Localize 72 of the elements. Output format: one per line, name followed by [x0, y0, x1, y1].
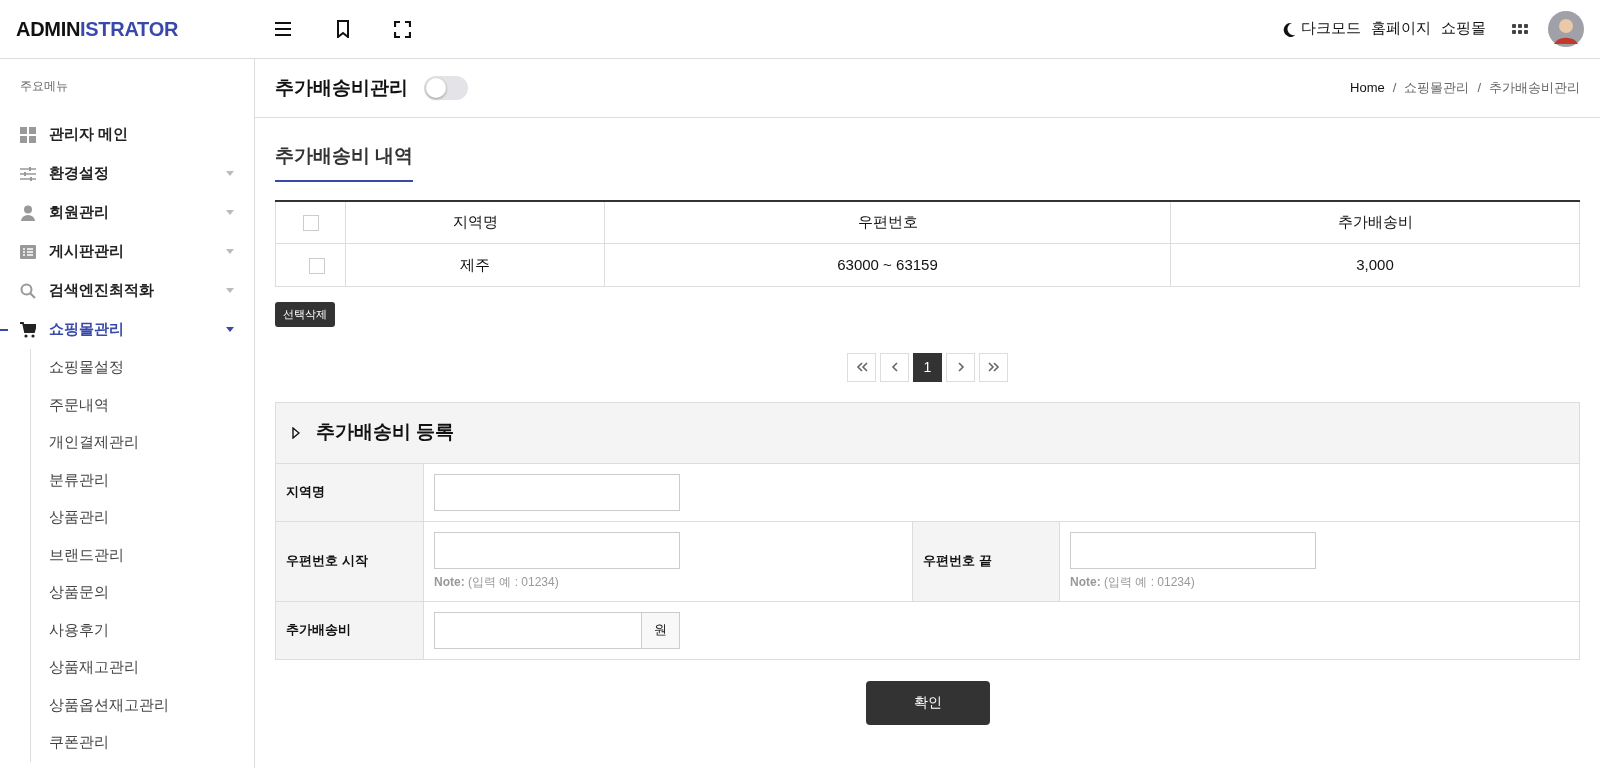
- currency-addon: 원: [642, 611, 680, 649]
- submenu-item[interactable]: 쿠폰관리: [31, 724, 254, 762]
- breadcrumb-item[interactable]: Home: [1350, 78, 1385, 98]
- section-title: 추가배송비 내역: [275, 142, 414, 182]
- pagination-nav-button[interactable]: [880, 352, 909, 382]
- pagination-nav-button[interactable]: [946, 352, 975, 382]
- column-header: 추가배송비: [1170, 200, 1580, 244]
- input-field[interactable]: [434, 473, 680, 511]
- sliders-icon: [20, 165, 36, 182]
- field-label: 추가배송비: [276, 601, 424, 659]
- person-icon: [20, 204, 36, 221]
- sidebar-item[interactable]: 검색엔진최적화: [0, 271, 254, 310]
- submenu-item[interactable]: 상품문의: [31, 574, 254, 612]
- grid-icon: [20, 126, 36, 143]
- sidebar-heading: 주요메뉴: [19, 78, 69, 95]
- input-field[interactable]: [434, 531, 680, 569]
- menu-icon[interactable]: [274, 21, 292, 37]
- table-cell: 3,000: [1170, 243, 1580, 287]
- submenu-item[interactable]: 상품관리: [31, 499, 254, 537]
- breadcrumb-separator: /: [1477, 79, 1481, 98]
- sidebar-item[interactable]: 쇼핑몰관리: [0, 310, 254, 349]
- apps-grid-icon[interactable]: [1512, 24, 1528, 34]
- toggle-switch[interactable]: [424, 76, 468, 100]
- avatar[interactable]: [1548, 11, 1584, 47]
- pagination-nav-button[interactable]: [847, 352, 876, 382]
- cart-icon: [20, 321, 36, 338]
- sidebar-item[interactable]: 회원관리: [0, 193, 254, 232]
- submenu-item[interactable]: 사용후기: [31, 611, 254, 649]
- moon-icon: [1282, 21, 1296, 37]
- breadcrumb-separator: /: [1392, 79, 1397, 98]
- sidebar-item[interactable]: 관리자 메인: [0, 115, 254, 154]
- sidebar-item[interactable]: 환경설정: [0, 154, 254, 193]
- pagination-nav-button[interactable]: [979, 352, 1008, 382]
- breadcrumb-item[interactable]: 쇼핑몰관리: [1404, 78, 1470, 98]
- submenu-item[interactable]: 분류관리: [31, 461, 254, 499]
- triangle-icon: [292, 426, 300, 439]
- confirm-button[interactable]: 확인: [865, 680, 990, 725]
- active-indicator: [0, 329, 8, 331]
- field-note: Note: (입력 예 : 01234): [434, 573, 560, 591]
- sidebar-item[interactable]: 게시판관리: [0, 232, 254, 271]
- checkbox[interactable]: [302, 215, 319, 232]
- checkbox[interactable]: [309, 257, 325, 274]
- submenu-item[interactable]: 개인결제관리: [31, 424, 254, 462]
- search-icon: [20, 282, 36, 299]
- table-cell: 63000 ~ 63159: [604, 243, 1171, 287]
- submenu-item[interactable]: 주문내역: [31, 386, 254, 424]
- page-title: 추가배송비관리: [275, 75, 408, 100]
- bookmark-icon[interactable]: [336, 20, 350, 38]
- header-link[interactable]: 홈페이지: [1371, 18, 1431, 40]
- submenu-item[interactable]: 쇼핑몰설정: [31, 349, 254, 387]
- breadcrumb-item: 추가배송비관리: [1489, 79, 1580, 98]
- fullscreen-icon[interactable]: [394, 20, 411, 38]
- column-header: 우편번호: [604, 200, 1171, 244]
- field-label: 지역명: [276, 463, 424, 521]
- field-label: 우편번호 시작: [276, 521, 424, 601]
- submenu-item[interactable]: 브랜드관리: [31, 536, 254, 574]
- page-button[interactable]: 1: [913, 352, 942, 382]
- header-link[interactable]: 쇼핑몰: [1441, 18, 1486, 40]
- field-label: 우편번호 끝: [912, 521, 1060, 601]
- list-icon: [20, 243, 36, 260]
- table-cell: 제주: [345, 243, 605, 287]
- delete-selected-button[interactable]: 선택삭제: [275, 302, 335, 327]
- dark-mode-link[interactable]: 다크모드: [1282, 18, 1361, 40]
- double-chevron-left-icon: [855, 361, 868, 373]
- double-chevron-right-icon: [987, 361, 1000, 373]
- input-field[interactable]: [1070, 531, 1316, 569]
- brand-logo[interactable]: ADMINISTRATOR: [16, 14, 266, 44]
- form-title: 추가배송비 등록: [316, 420, 455, 445]
- submenu-item[interactable]: 상품재고관리: [31, 649, 254, 687]
- column-header: 지역명: [345, 200, 605, 244]
- submenu-item[interactable]: 상품옵션재고관리: [31, 686, 254, 724]
- field-note: Note: (입력 예 : 01234): [1070, 573, 1196, 591]
